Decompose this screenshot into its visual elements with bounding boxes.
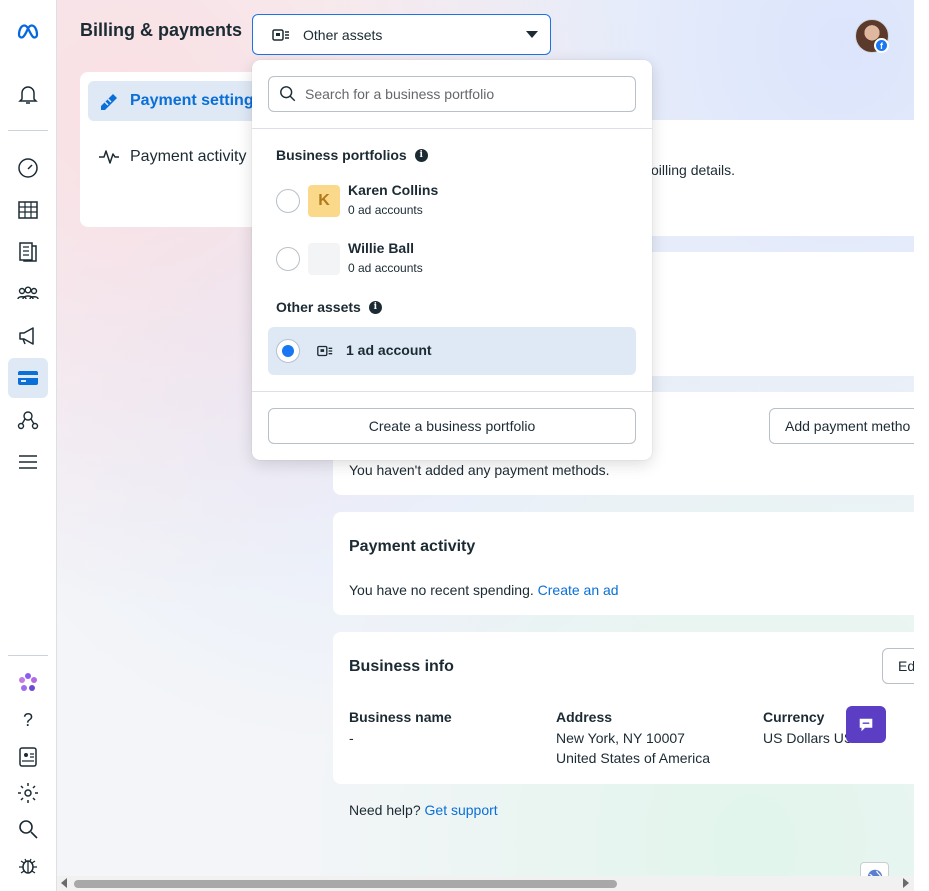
caret-down-icon xyxy=(526,31,538,38)
portfolio-option-karen-collins[interactable]: K Karen Collins 0 ad accounts xyxy=(268,177,636,225)
payment-activity-card: Payment activity You have no recent spen… xyxy=(333,512,929,615)
info-icon[interactable]: i xyxy=(414,148,428,162)
rail-divider xyxy=(8,130,48,131)
address-value-line1: New York, NY 10007 xyxy=(556,730,685,746)
payment-activity-text-row: You have no recent spending. Create an a… xyxy=(349,582,619,598)
help-text: Need help? xyxy=(349,802,421,818)
portfolio-name: Willie Ball xyxy=(348,240,415,256)
id-card-icon[interactable] xyxy=(8,737,48,777)
bug-report-icon[interactable] xyxy=(8,845,48,885)
activity-pulse-icon xyxy=(96,144,122,170)
rail-divider xyxy=(8,655,48,656)
payment-activity-title: Payment activity xyxy=(349,538,476,555)
notifications-bell-icon[interactable] xyxy=(8,74,48,114)
campaign-megaphone-icon[interactable] xyxy=(8,316,48,356)
chat-bubble-icon xyxy=(859,718,873,731)
asset-selector-label: Other assets xyxy=(303,26,383,43)
meta-logo-icon[interactable] xyxy=(8,10,48,50)
horizontal-scrollbar[interactable] xyxy=(57,876,914,891)
left-rail: ? xyxy=(0,0,57,891)
nav-item-payment-activity[interactable]: Payment activity xyxy=(88,137,278,177)
create-ad-link[interactable]: Create an ad xyxy=(538,582,619,598)
portfolio-option-willie-ball[interactable]: Willie Ball 0 ad accounts xyxy=(268,235,636,283)
scroll-right-arrow-icon[interactable] xyxy=(903,878,909,888)
create-business-portfolio-button[interactable]: Create a business portfolio xyxy=(268,408,636,444)
audience-people-icon[interactable] xyxy=(8,274,48,314)
portfolio-ad-count: 0 ad accounts xyxy=(348,261,423,275)
horizontal-scroll-thumb[interactable] xyxy=(74,880,617,888)
meta-ai-flower-icon[interactable] xyxy=(8,663,48,703)
portfolio-avatar: K xyxy=(308,185,340,217)
address-value-line2: United States of America xyxy=(556,750,711,766)
business-info-title: Business info xyxy=(349,658,454,675)
business-name-value: - xyxy=(349,730,354,746)
billing-card-icon[interactable] xyxy=(8,358,48,398)
portfolios-heading-label: Business portfolios xyxy=(276,147,407,163)
info-icon[interactable]: i xyxy=(368,300,382,314)
portfolio-search-field[interactable] xyxy=(268,76,636,112)
portfolio-radio[interactable] xyxy=(276,189,300,213)
other-assets-heading-label: Other assets xyxy=(276,299,361,315)
ad-account-option[interactable]: 1 ad account xyxy=(268,327,636,375)
payment-settings-icon xyxy=(96,88,122,114)
billing-nav: Payment settings Payment activity xyxy=(80,72,280,227)
currency-label: Currency xyxy=(763,709,825,725)
help-row: Need help? Get support xyxy=(349,802,498,818)
ad-account-radio[interactable] xyxy=(276,339,300,363)
asset-selector-dropdown[interactable]: Other assets xyxy=(252,14,551,55)
facebook-badge-icon: f xyxy=(874,38,889,53)
add-payment-method-button[interactable]: Add payment metho xyxy=(769,408,929,444)
search-icon[interactable] xyxy=(8,809,48,849)
menu-hamburger-icon[interactable] xyxy=(8,442,48,482)
address-label: Address xyxy=(556,709,613,725)
page-title: Billing & payments xyxy=(80,20,243,40)
dashboard-gauge-icon[interactable] xyxy=(8,148,48,188)
ad-account-label: 1 ad account xyxy=(346,342,432,358)
get-support-link[interactable]: Get support xyxy=(425,802,498,818)
nav-item-label: Payment activity xyxy=(130,148,247,165)
payment-activity-text: You have no recent spending. xyxy=(349,582,534,598)
business-name-label: Business name xyxy=(349,709,452,725)
billing-details-text: oilling details. xyxy=(651,162,736,178)
business-portfolio-dropdown: Business portfolios i K Karen Collins 0 … xyxy=(252,60,652,460)
dropdown-divider xyxy=(252,128,652,129)
ad-account-icon xyxy=(271,25,291,45)
scroll-left-arrow-icon[interactable] xyxy=(61,878,67,888)
other-assets-heading: Other assets i xyxy=(276,299,382,315)
portfolio-radio[interactable] xyxy=(276,247,300,271)
search-icon xyxy=(280,86,296,102)
vertical-scrollbar[interactable] xyxy=(914,0,929,891)
payment-methods-empty-text: You haven't added any payment methods. xyxy=(349,462,610,478)
business-info-card: Business info Ed Business name - Address… xyxy=(333,632,929,784)
pages-book-icon[interactable] xyxy=(8,232,48,272)
nav-item-payment-settings[interactable]: Payment settings xyxy=(88,81,278,121)
portfolio-ad-count: 0 ad accounts xyxy=(348,203,423,217)
nav-item-label: Payment settings xyxy=(130,92,263,109)
dropdown-divider xyxy=(252,391,652,392)
portfolios-heading: Business portfolios i xyxy=(276,147,428,163)
currency-value: US Dollars US xyxy=(763,730,854,746)
help-question-icon[interactable]: ? xyxy=(8,700,48,740)
portfolio-search-input[interactable] xyxy=(305,86,625,102)
chat-support-button[interactable] xyxy=(846,706,886,743)
portfolio-name: Karen Collins xyxy=(348,182,439,198)
settings-gear-icon[interactable] xyxy=(8,773,48,813)
business-network-icon[interactable] xyxy=(8,400,48,440)
ad-account-icon xyxy=(316,342,334,365)
portfolio-avatar xyxy=(308,243,340,275)
table-icon[interactable] xyxy=(8,190,48,230)
